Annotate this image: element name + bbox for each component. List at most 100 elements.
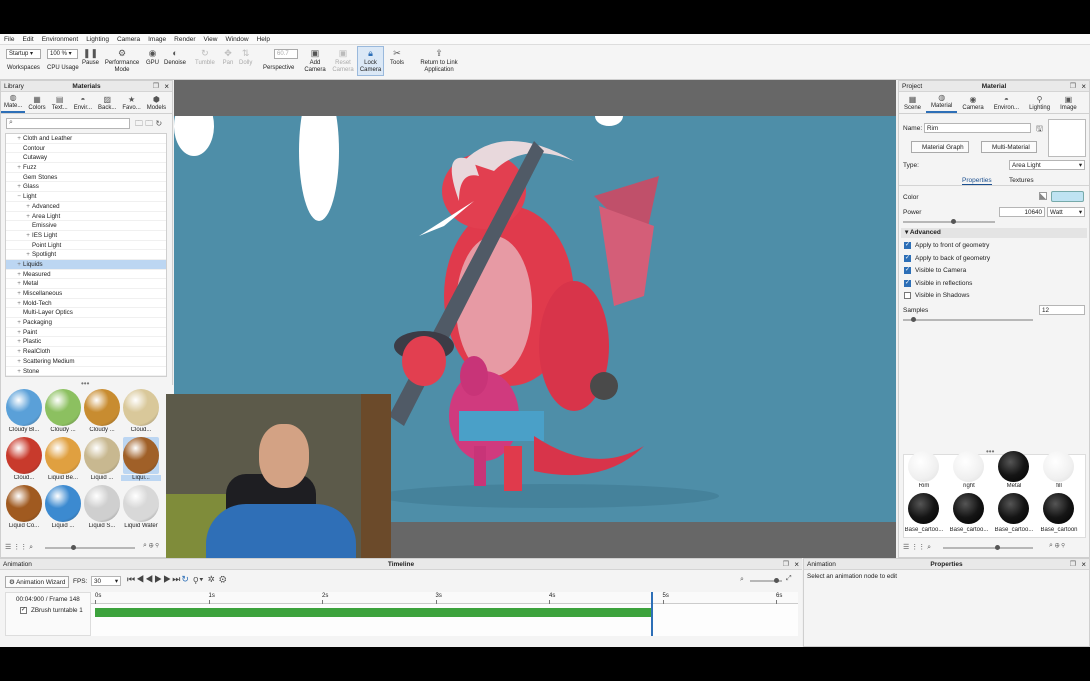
material-swatch[interactable]: [123, 389, 159, 426]
tools-button[interactable]: ✂ Tools: [390, 48, 404, 67]
material-thumbnail[interactable]: [1043, 493, 1074, 524]
power-slider-knob[interactable]: [951, 219, 956, 224]
performance-mode-button[interactable]: ⚙ Performance Mode: [104, 48, 140, 74]
power-slider[interactable]: [903, 219, 995, 224]
pan-button[interactable]: ✥ Pan: [222, 48, 234, 67]
tree-item[interactable]: + Glass: [6, 182, 166, 193]
material-swatch[interactable]: [6, 485, 42, 522]
fit-icon[interactable]: ⤢: [786, 575, 792, 583]
power-input[interactable]: 10640: [999, 207, 1045, 217]
animation-clip[interactable]: [95, 608, 652, 617]
thumb-extra-icons[interactable]: ⌕ ⊕ ⚲: [1049, 542, 1065, 550]
close-icon[interactable]: ×: [1081, 82, 1086, 91]
menu-item-edit[interactable]: Edit: [22, 36, 33, 43]
tree-item[interactable]: + RealCloth: [6, 347, 166, 357]
expand-toggle-icon[interactable]: +: [15, 182, 23, 192]
tree-item[interactable]: + Area Light: [6, 212, 166, 222]
expand-toggle-icon[interactable]: +: [15, 367, 23, 377]
tree-item[interactable]: Multi-Layer Optics: [6, 308, 166, 319]
power-unit-select[interactable]: Watt ▾: [1047, 207, 1085, 217]
tab-library-1[interactable]: ▦ Colors: [25, 92, 48, 113]
tab-project-scene[interactable]: ▦ Scene: [899, 92, 926, 113]
material-swatch[interactable]: [84, 485, 120, 522]
expand-toggle-icon[interactable]: +: [15, 270, 23, 280]
material-swatch[interactable]: [84, 389, 120, 426]
samples-input[interactable]: 12: [1039, 305, 1085, 315]
expand-toggle-icon[interactable]: +: [24, 202, 32, 212]
close-icon[interactable]: ×: [164, 82, 169, 91]
type-select[interactable]: Area Light ▾: [1009, 160, 1085, 170]
perspective-button[interactable]: Perspective: [263, 65, 294, 71]
tree-item[interactable]: + IES Light: [6, 231, 166, 241]
timeline-ruler[interactable]: 0s 1s 2s 3s 4s 5s 6s: [91, 592, 798, 604]
tumble-button[interactable]: ↻ Tumble: [195, 48, 215, 67]
tree-item[interactable]: + Liquids: [6, 259, 166, 270]
checkbox[interactable]: ✓: [904, 267, 911, 274]
dolly-button[interactable]: ⇅ Dolly: [239, 48, 252, 67]
close-icon[interactable]: ×: [1081, 560, 1086, 569]
material-swatch[interactable]: [6, 389, 42, 426]
menu-item-lighting[interactable]: Lighting: [86, 36, 109, 43]
playhead[interactable]: [651, 592, 654, 636]
tree-item[interactable]: + Miscellaneous: [6, 289, 166, 299]
color-swatch[interactable]: [1051, 191, 1084, 202]
expand-toggle-icon[interactable]: −: [15, 192, 23, 202]
menu-item-image[interactable]: Image: [148, 36, 166, 43]
expand-toggle-icon[interactable]: +: [15, 357, 23, 367]
material-swatch[interactable]: [84, 437, 120, 474]
maximize-icon[interactable]: ❐: [153, 82, 159, 90]
tree-item[interactable]: + Scattering Medium: [6, 357, 166, 367]
checkbox[interactable]: ✓: [904, 254, 911, 262]
maximize-icon[interactable]: ❐: [1070, 560, 1076, 568]
reset-camera-button[interactable]: ▣ Reset Camera: [331, 48, 355, 74]
menu-item-view[interactable]: View: [204, 36, 218, 43]
samples-slider-knob[interactable]: [911, 317, 916, 322]
tab-library-5[interactable]: ★ Favo...: [119, 92, 143, 113]
tree-item[interactable]: − Light: [6, 192, 166, 202]
tree-item[interactable]: + Stone: [6, 367, 166, 377]
expand-toggle-icon[interactable]: +: [15, 289, 23, 299]
menu-item-window[interactable]: Window: [225, 36, 248, 43]
expand-toggle-icon[interactable]: +: [15, 347, 23, 357]
denoise-button[interactable]: ◐ Denoise: [164, 48, 186, 67]
playback-controls[interactable]: ⏮◀◀▶▶⏭↻ ⚲▾ ✲ ⚙: [127, 574, 227, 585]
expand-toggle-icon[interactable]: +: [15, 260, 23, 270]
fps-select[interactable]: 30 ▾: [91, 576, 121, 586]
gpu-button[interactable]: ◉ GPU: [146, 48, 159, 67]
tree-item[interactable]: Contour: [6, 144, 166, 154]
tree-item[interactable]: + Advanced: [6, 202, 166, 212]
material-name-input[interactable]: Rim: [924, 123, 1031, 133]
return-to-link-button[interactable]: ⇪ Return to Link Application: [416, 48, 462, 74]
tree-item[interactable]: + Spotlight: [6, 250, 166, 260]
folder-icons[interactable]: 🗀︎ 🗀︎ ↻: [135, 118, 162, 132]
track-checkbox[interactable]: ✓: [20, 607, 27, 614]
tab-project-environ[interactable]: ◓ Environ...: [989, 92, 1024, 113]
swatch-size-slider[interactable]: [45, 545, 135, 550]
tab-library-2[interactable]: ▤ Text...: [49, 92, 71, 113]
add-camera-button[interactable]: ▣ Add Camera: [303, 48, 327, 74]
expand-toggle-icon[interactable]: +: [15, 337, 23, 347]
fov-input[interactable]: 60.7: [274, 49, 298, 59]
cpu-usage-select[interactable]: 100 % ▾: [47, 49, 78, 59]
library-search-input[interactable]: ⌕: [6, 118, 130, 129]
tree-item[interactable]: + Cloth and Leather: [6, 134, 166, 144]
swatch-view-icons[interactable]: ☰ ⋮⋮ ⌕: [5, 543, 33, 552]
lock-camera-button[interactable]: 🔒︎ Lock Camera: [357, 46, 384, 76]
material-swatch[interactable]: [45, 389, 81, 426]
workspace-select[interactable]: Startup ▾: [6, 49, 41, 59]
zoom-knob[interactable]: [774, 578, 779, 583]
expand-toggle-icon[interactable]: +: [24, 231, 32, 241]
material-swatch[interactable]: [6, 437, 42, 474]
menu-item-help[interactable]: Help: [257, 36, 270, 43]
expand-toggle-icon[interactable]: +: [15, 328, 23, 338]
pause-button[interactable]: ❚❚ Pause: [82, 48, 99, 67]
tree-item[interactable]: Gem Stones: [6, 173, 166, 183]
tree-item[interactable]: + Measured: [6, 270, 166, 280]
tab-project-image[interactable]: ▣ Image: [1055, 92, 1082, 113]
tab-library-6[interactable]: ⬢ Models: [144, 92, 169, 113]
expand-toggle-icon[interactable]: +: [15, 299, 23, 309]
texture-icon[interactable]: [1039, 192, 1047, 200]
menu-item-file[interactable]: File: [4, 36, 14, 43]
tab-library-0[interactable]: ◍ Mate...: [1, 92, 26, 113]
tree-item[interactable]: + Mold-Tech: [6, 299, 166, 309]
